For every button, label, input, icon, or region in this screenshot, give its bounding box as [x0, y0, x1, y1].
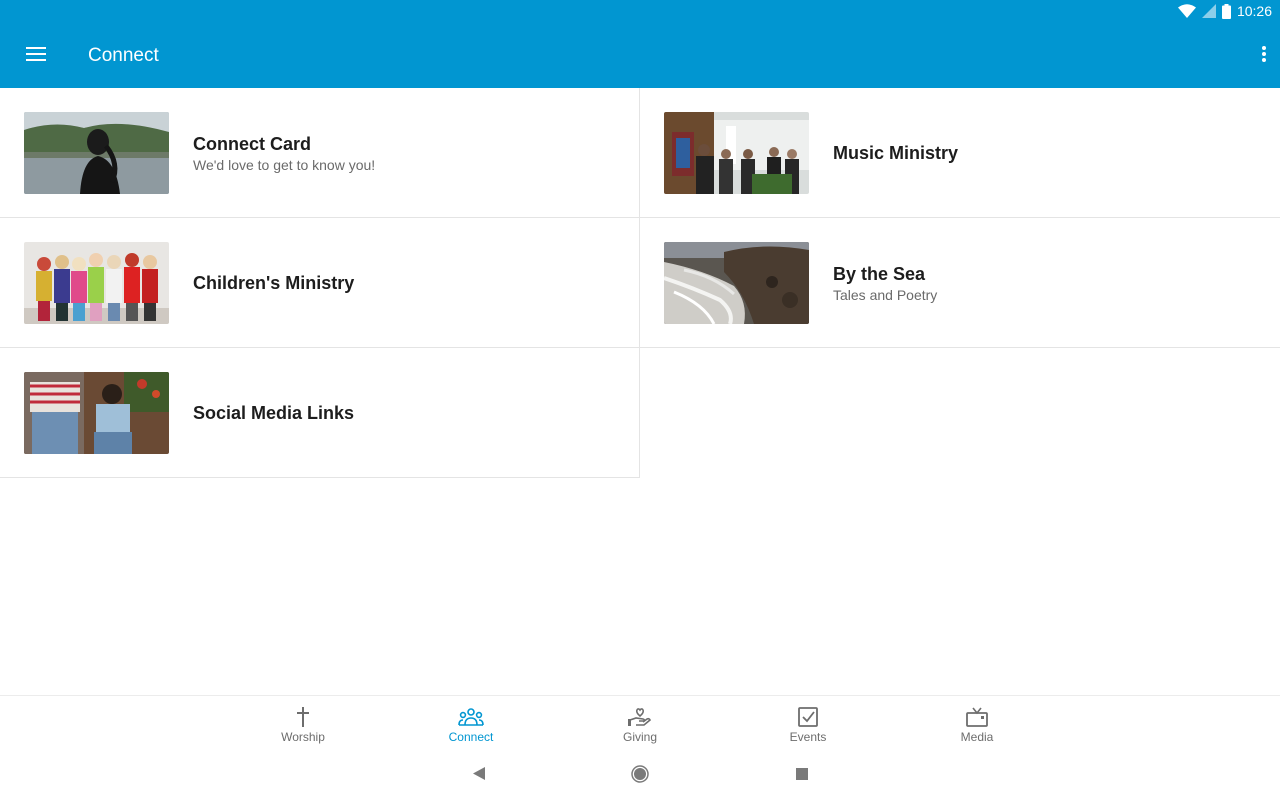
wifi-icon — [1177, 4, 1196, 18]
recents-button[interactable] — [790, 765, 814, 787]
social-media-image — [24, 372, 169, 454]
people-icon — [458, 706, 484, 728]
back-icon — [473, 767, 485, 785]
home-button[interactable] — [628, 764, 652, 788]
tv-icon — [964, 706, 990, 728]
menu-button[interactable] — [16, 36, 56, 76]
connect-card-image — [24, 112, 169, 194]
tab-label: Connect — [448, 730, 494, 744]
more-vert-icon — [1262, 45, 1266, 67]
list-item-text: Social Media Links — [193, 348, 354, 478]
checkbox-icon — [795, 706, 821, 728]
list-item-title: Social Media Links — [193, 403, 355, 423]
system-navigation-bar — [0, 751, 1280, 800]
by-the-sea-image — [664, 242, 809, 324]
tab-label: Events — [789, 730, 827, 744]
tab-giving[interactable]: Giving — [580, 696, 700, 752]
list-item-subtitle: We'd love to get to know you! — [193, 156, 376, 173]
overflow-menu-button[interactable] — [1226, 36, 1266, 76]
list-item-text: Children's Ministry — [193, 218, 354, 348]
giving-hand-icon — [627, 706, 653, 728]
list-item-title: Connect Card — [193, 133, 312, 154]
childrens-ministry-image — [24, 242, 169, 324]
back-button[interactable] — [467, 765, 491, 787]
list-item-by-the-sea[interactable]: By the Sea Tales and Poetry — [640, 218, 1280, 348]
cross-icon — [290, 706, 316, 728]
app-bar: Connect — [0, 24, 1280, 88]
battery-icon — [1221, 3, 1231, 19]
tab-worship[interactable]: Worship — [243, 696, 363, 752]
list-item-social-media-links[interactable]: Social Media Links — [0, 348, 640, 478]
recents-icon — [796, 767, 808, 785]
tab-label: Giving — [622, 730, 657, 744]
tab-events[interactable]: Events — [748, 696, 868, 752]
signal-icon — [1201, 4, 1216, 18]
bottom-navigation: Worship Connect Giving Events Media — [0, 695, 1280, 751]
music-ministry-image — [664, 112, 809, 194]
list-item-connect-card[interactable]: Connect Card We'd love to get to know yo… — [0, 88, 640, 218]
hamburger-menu-icon — [26, 46, 46, 67]
tab-connect[interactable]: Connect — [411, 696, 531, 752]
list-item-childrens-ministry[interactable]: Children's Ministry — [0, 218, 640, 348]
status-bar: 10:26 — [0, 0, 1280, 24]
list-item-title: Children's Ministry — [193, 273, 355, 293]
list-item-text: Connect Card We'd love to get to know yo… — [193, 88, 375, 218]
tab-label: Media — [960, 730, 994, 744]
list-item-title: By the Sea — [833, 263, 926, 284]
tab-media[interactable]: Media — [917, 696, 1037, 752]
tab-label: Worship — [281, 730, 325, 744]
list-item-title: Music Ministry — [833, 143, 959, 163]
page-title: Connect — [88, 45, 159, 66]
list-item-text: Music Ministry — [833, 88, 958, 218]
status-time: 10:26 — [1236, 3, 1272, 19]
home-icon — [631, 764, 649, 788]
list-item-music-ministry[interactable]: Music Ministry — [640, 88, 1280, 218]
status-icons: 10:26 — [1177, 3, 1272, 19]
list-item-subtitle: Tales and Poetry — [833, 286, 938, 303]
list-item-text: By the Sea Tales and Poetry — [833, 218, 937, 348]
